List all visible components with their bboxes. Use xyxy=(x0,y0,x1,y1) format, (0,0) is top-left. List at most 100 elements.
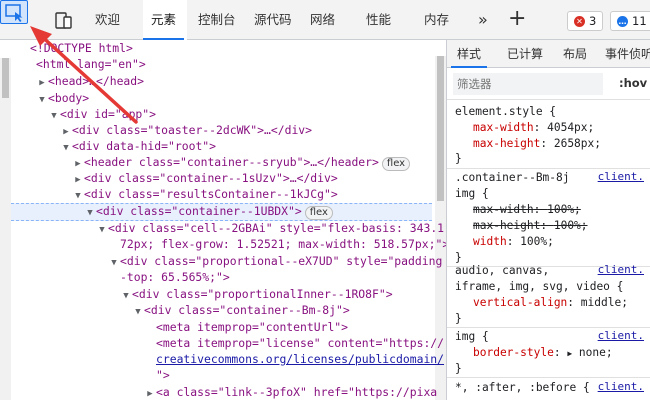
devtools-toolbar: 欢迎 元素 控制台 源代码 网络 性能 内存 » + ✕ 3 … 11 xyxy=(0,0,650,40)
style-property-overridden[interactable]: max-height: 100%; xyxy=(473,218,588,234)
dom-line-anchor[interactable]: ▶ <a class="link--3pfoX" href="https://pi… xyxy=(144,384,437,400)
style-property-overridden[interactable]: max-width: 100%; xyxy=(473,202,581,218)
dom-line-cell[interactable]: ▼ <div class="cell--2GBAi" style="flex-ba… xyxy=(96,220,444,236)
expand-triangle-icon[interactable]: ▶ xyxy=(567,349,572,358)
dom-line-body[interactable]: ▼ <body> xyxy=(36,90,89,106)
collapse-arrow-icon[interactable]: ▼ xyxy=(96,222,108,238)
tab-styles[interactable]: 样式 xyxy=(450,40,488,68)
add-tab-button[interactable]: + xyxy=(508,6,526,31)
style-property[interactable]: width: 100%; xyxy=(473,234,554,250)
tab-elements[interactable]: 元素 xyxy=(142,0,185,40)
style-property[interactable]: border-style: ▶ none; xyxy=(473,345,613,361)
tab-welcome[interactable]: 欢迎 xyxy=(95,0,120,40)
collapse-arrow-icon[interactable]: ▼ xyxy=(48,108,60,124)
rule-divider xyxy=(447,377,650,378)
property-value: middle; xyxy=(580,296,628,309)
error-count-badge[interactable]: ✕ 3 xyxy=(567,11,604,31)
dom-line-header[interactable]: ▶ <header class="container--sryub">…</hea… xyxy=(72,154,411,171)
dom-line-proportional-cont[interactable]: -top: 65.565%;"> xyxy=(120,269,230,285)
expand-arrow-icon[interactable]: ▶ xyxy=(36,75,48,91)
tab-console[interactable]: 控制台 xyxy=(198,0,236,40)
device-toolbar-button[interactable] xyxy=(53,11,73,31)
dom-tree-panel: <!DOCTYPE html> <html lang="en"> ▶ <head>… xyxy=(0,40,446,400)
dom-left-gutter xyxy=(0,58,11,400)
flex-badge[interactable]: flex xyxy=(304,206,333,220)
tab-network[interactable]: 网络 xyxy=(310,0,335,40)
flex-badge[interactable]: flex xyxy=(381,157,411,171)
dom-text: <div class="resultsContainer--1kJCg"> xyxy=(84,187,338,201)
dom-line-container-1suzv[interactable]: ▶ <div class="container--1sUzv">…</div> xyxy=(72,170,338,186)
dom-text: -top: 65.565%;"> xyxy=(120,270,230,284)
property-name: max-width xyxy=(473,203,534,216)
error-count: 3 xyxy=(589,14,597,28)
rule-source-link[interactable]: client. xyxy=(598,380,644,393)
dom-line-head[interactable]: ▶ <head>…</head> xyxy=(36,73,144,89)
dom-line-toaster[interactable]: ▶ <div class="toaster--2dcWK">…</div> xyxy=(60,122,312,138)
dom-text: <div data-hid="root"> xyxy=(72,139,217,153)
collapse-arrow-icon[interactable]: ▼ xyxy=(132,304,144,320)
dom-scrollbar-thumb[interactable] xyxy=(437,56,444,201)
license-link[interactable]: creativecommons.org/licenses/publicdomai… xyxy=(156,352,444,366)
collapse-arrow-icon[interactable]: ▼ xyxy=(120,288,132,304)
styles-panel: 样式 已计算 布局 事件侦听 :hov element.style { max-… xyxy=(446,40,650,400)
dom-text: <header class="container--sryub">…</head… xyxy=(84,155,379,169)
tab-layout[interactable]: 布局 xyxy=(563,40,587,68)
dom-line-html[interactable]: <html lang="en"> xyxy=(36,56,146,72)
dom-text: <meta itemprop="contentUrl"> xyxy=(156,320,349,334)
dom-text: <div class="container--1sUzv">…</div> xyxy=(84,171,338,185)
dom-line-proportional[interactable]: ▼ <div class="proportional--eX7UD" style=… xyxy=(108,253,442,269)
message-count-badge[interactable]: … 11 xyxy=(610,11,650,31)
property-value: none; xyxy=(578,346,613,359)
dom-line-container-bm8j[interactable]: ▼ <div class="container--Bm-8j"> xyxy=(132,302,349,320)
property-value: 100%; xyxy=(547,203,581,216)
style-property[interactable]: vertical-align: middle; xyxy=(473,295,628,311)
property-name: max-height xyxy=(473,219,541,232)
collapse-arrow-icon[interactable]: ▼ xyxy=(36,92,48,108)
dom-text: <meta itemprop="license" content="https:… xyxy=(156,336,445,350)
dom-line-root[interactable]: ▼ <div data-hid="root"> xyxy=(60,138,216,154)
rule-close: } xyxy=(455,152,462,165)
dom-text: <div class="proportional--eX7UD" style="… xyxy=(120,254,443,268)
dom-line-doctype[interactable]: <!DOCTYPE html> xyxy=(30,40,133,56)
dom-line-meta-license[interactable]: <meta itemprop="license" content="https:… xyxy=(156,335,444,351)
inspect-element-button[interactable] xyxy=(0,0,28,24)
collapse-arrow-icon[interactable]: ▼ xyxy=(84,205,96,221)
rule-source-link[interactable]: client. xyxy=(598,329,644,342)
dom-line-results-container[interactable]: ▼ <div class="resultsContainer--1kJCg"> xyxy=(72,186,338,204)
selector-text: .container--Bm-8j xyxy=(455,171,570,184)
style-property[interactable]: max-height: 2658px; xyxy=(473,136,601,152)
tab-event-listeners[interactable]: 事件侦听 xyxy=(605,40,650,68)
dom-line-cell-cont[interactable]: 72px; flex-grow: 1.52521; max-width: 518… xyxy=(120,236,446,252)
dom-line-proportional-inner[interactable]: ▼ <div class="proportionalInner--1RO8F"> xyxy=(120,286,392,304)
tab-computed[interactable]: 已计算 xyxy=(507,40,543,68)
collapse-arrow-icon[interactable]: ▼ xyxy=(60,140,72,156)
hover-state-button[interactable]: :hov xyxy=(619,76,647,90)
tab-sources[interactable]: 源代码 xyxy=(254,0,292,40)
rule-close: } xyxy=(455,362,462,375)
styles-filter-input[interactable] xyxy=(453,73,603,95)
tab-performance[interactable]: 性能 xyxy=(366,0,391,40)
style-property[interactable]: max-width: 4054px; xyxy=(473,120,594,136)
property-name: max-width xyxy=(473,121,534,134)
expand-arrow-icon[interactable]: ▶ xyxy=(144,386,156,400)
dom-line-app[interactable]: ▼ <div id="app"> xyxy=(48,106,156,122)
rule-source-link[interactable]: client. xyxy=(598,263,644,276)
rule-selector: audio, canvas, xyxy=(455,263,549,279)
dom-line-container-1ubdx[interactable]: ▼ <div class="container--1UBDX"> flex xyxy=(84,203,333,221)
dom-line-meta-contenturl[interactable]: <meta itemprop="contentUrl"> xyxy=(156,319,348,335)
dom-line-license-cont[interactable]: creativecommons.org/licenses/publicdomai… xyxy=(156,351,444,367)
rule-source-link[interactable]: client. xyxy=(598,170,644,183)
selector-text: audio, canvas, xyxy=(455,264,550,277)
collapse-arrow-icon[interactable]: ▼ xyxy=(72,188,84,204)
styles-filter-row: :hov xyxy=(447,68,650,100)
dom-text: <!DOCTYPE html> xyxy=(30,41,133,55)
tab-memory[interactable]: 内存 xyxy=(424,0,449,40)
rule-selector: .container--Bm-8j xyxy=(455,170,570,186)
collapse-arrow-icon[interactable]: ▼ xyxy=(108,255,120,271)
dom-text: <div class="container--1UBDX"> xyxy=(96,204,302,218)
device-mobile-icon xyxy=(55,12,72,29)
dom-line-license-end[interactable]: "> xyxy=(156,367,170,383)
message-icon: … xyxy=(617,15,628,27)
selector-text: *, :after, :before { xyxy=(455,381,590,394)
more-tabs-button[interactable]: » xyxy=(478,10,488,29)
